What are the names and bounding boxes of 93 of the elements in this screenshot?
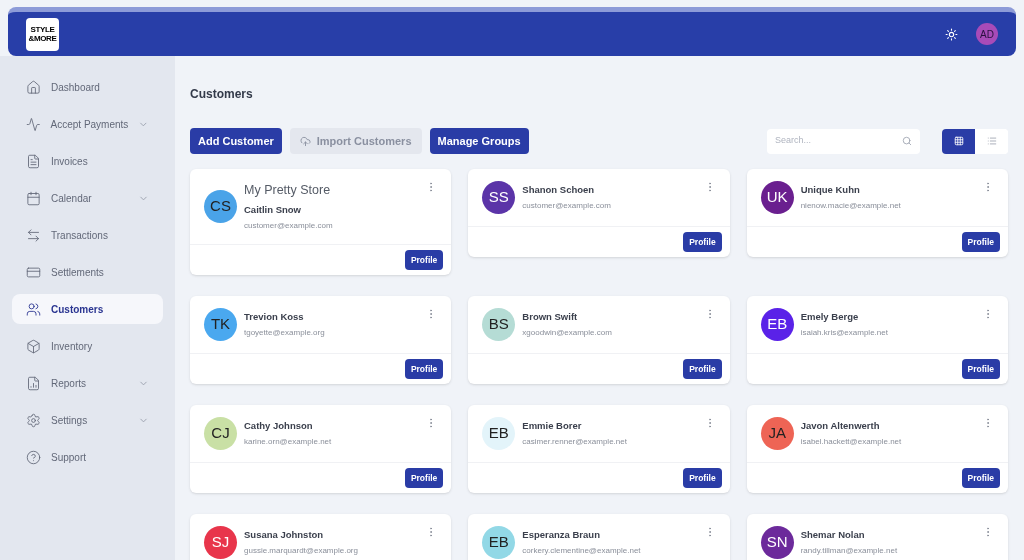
- customer-name: Trevion Koss: [244, 309, 305, 324]
- customer-name: Shemar Nolan: [800, 527, 866, 542]
- search-field[interactable]: Search...: [767, 128, 920, 154]
- cube-icon: [26, 338, 41, 354]
- customer-avatar: TK: [204, 308, 237, 341]
- customer-avatar: UK: [760, 181, 794, 214]
- customer-name: Emely Berge: [800, 309, 860, 324]
- customer-avatar: EB: [482, 417, 516, 450]
- sidebar-label: Settlements: [51, 265, 105, 280]
- sidebar-item[interactable]: Reports: [12, 368, 163, 398]
- profile-button[interactable]: Profile: [683, 359, 722, 379]
- report-icon: [26, 375, 41, 391]
- customer-avatar: CS: [204, 190, 237, 223]
- customer-email: corkery.clementine@example.net: [522, 545, 642, 558]
- customer-avatar: CJ: [204, 417, 237, 450]
- sidebar-item[interactable]: Transactions: [12, 220, 163, 250]
- logo-text: &MORE: [28, 34, 57, 43]
- customer-email: xgoodwin@example.com: [522, 327, 613, 340]
- list-icon: [986, 136, 997, 146]
- calendar-icon: [26, 190, 41, 206]
- action-button[interactable]: Add Customer: [190, 128, 282, 154]
- search-input[interactable]: Search...: [775, 134, 902, 148]
- customer-name: Javon Altenwerth: [800, 418, 881, 433]
- customer-name: Esperanza Braun: [522, 527, 601, 542]
- sidebar-label: Dashboard: [51, 80, 101, 95]
- users-icon: [26, 301, 41, 317]
- user-avatar[interactable]: AD: [976, 23, 998, 45]
- profile-button[interactable]: Profile: [961, 232, 1000, 252]
- sidebar-item[interactable]: Settlements: [12, 257, 163, 287]
- profile-button[interactable]: Profile: [404, 250, 444, 270]
- customer-email: karine.orn@example.net: [244, 436, 333, 449]
- home-icon: [26, 79, 41, 95]
- sidebar-label: Invoices: [51, 154, 89, 169]
- logo-text: STYLE: [30, 25, 55, 34]
- customer-avatar: SN: [760, 526, 794, 559]
- sidebar-label: Support: [51, 450, 88, 465]
- store-name: My Pretty Store: [244, 182, 332, 199]
- customer-name: Susana Johnston: [244, 527, 325, 542]
- profile-button[interactable]: Profile: [404, 468, 444, 488]
- activity-icon: [26, 116, 41, 132]
- profile-button[interactable]: Profile: [961, 468, 1000, 488]
- customer-email: gussie.marquardt@example.org: [244, 545, 359, 558]
- sidebar-label: Transactions: [51, 228, 109, 243]
- sidebar-item[interactable]: Invoices: [12, 146, 163, 176]
- cloud-upload-icon: [299, 135, 311, 147]
- customer-avatar: SS: [482, 181, 516, 214]
- customer-avatar: SJ: [204, 526, 237, 559]
- sidebar-label: Calendar: [51, 191, 93, 206]
- customer-avatar: EB: [482, 526, 516, 559]
- customer-email: tgoyette@example.org: [244, 327, 326, 340]
- customer-name: Unique Kuhn: [800, 182, 861, 197]
- grid-icon: [953, 136, 964, 146]
- arrows-icon: [26, 227, 41, 243]
- customer-name: Caitlin Snow: [244, 202, 302, 217]
- sidebar-label: Customers: [51, 302, 105, 317]
- sidebar-label: Accept Payments: [50, 117, 129, 132]
- customer-name: Cathy Johnson: [244, 418, 314, 433]
- settings-icon: [26, 412, 41, 428]
- theme-toggle-icon[interactable]: [945, 27, 958, 41]
- customer-name: Emmie Borer: [522, 418, 583, 433]
- page-title: Customers: [190, 86, 254, 103]
- sidebar-item[interactable]: Settings: [12, 405, 163, 435]
- customer-email: customer@example.com: [244, 220, 334, 232]
- profile-button[interactable]: Profile: [404, 359, 444, 379]
- customer-email: isaiah.kris@example.net: [800, 327, 889, 340]
- sidebar-item[interactable]: Dashboard: [12, 72, 163, 102]
- sidebar-label: Settings: [51, 413, 89, 428]
- profile-button[interactable]: Profile: [683, 468, 722, 488]
- profile-button[interactable]: Profile: [683, 232, 722, 252]
- sidebar-item[interactable]: Accept Payments: [12, 109, 163, 139]
- sidebar-label: Inventory: [51, 339, 94, 354]
- grid-view-button[interactable]: [942, 128, 975, 154]
- profile-button[interactable]: Profile: [961, 359, 1000, 379]
- customer-avatar: EB: [760, 308, 794, 341]
- customer-email: customer@example.com: [522, 200, 612, 213]
- customer-email: casimer.renner@example.net: [522, 436, 628, 449]
- document-icon: [26, 153, 41, 169]
- sidebar-item[interactable]: Calendar: [12, 183, 163, 213]
- customer-email: randy.tillman@example.net: [800, 545, 899, 558]
- search-icon: [902, 136, 912, 146]
- customer-name: Brown Swift: [522, 309, 579, 324]
- sidebar-item[interactable]: Customers: [12, 294, 163, 324]
- help-icon: [26, 449, 41, 465]
- card-icon: [26, 264, 41, 280]
- sidebar-item[interactable]: Inventory: [12, 331, 163, 361]
- action-button[interactable]: Manage Groups: [429, 128, 529, 154]
- customer-email: isabel.hackett@example.net: [800, 436, 903, 449]
- sidebar-label: Reports: [51, 376, 87, 391]
- customer-avatar: JA: [760, 417, 794, 450]
- customer-name: Shanon Schoen: [522, 182, 596, 197]
- customer-email: nienow.macie@example.net: [800, 200, 902, 213]
- sidebar-item[interactable]: Support: [12, 442, 163, 472]
- customer-avatar: BS: [482, 308, 516, 341]
